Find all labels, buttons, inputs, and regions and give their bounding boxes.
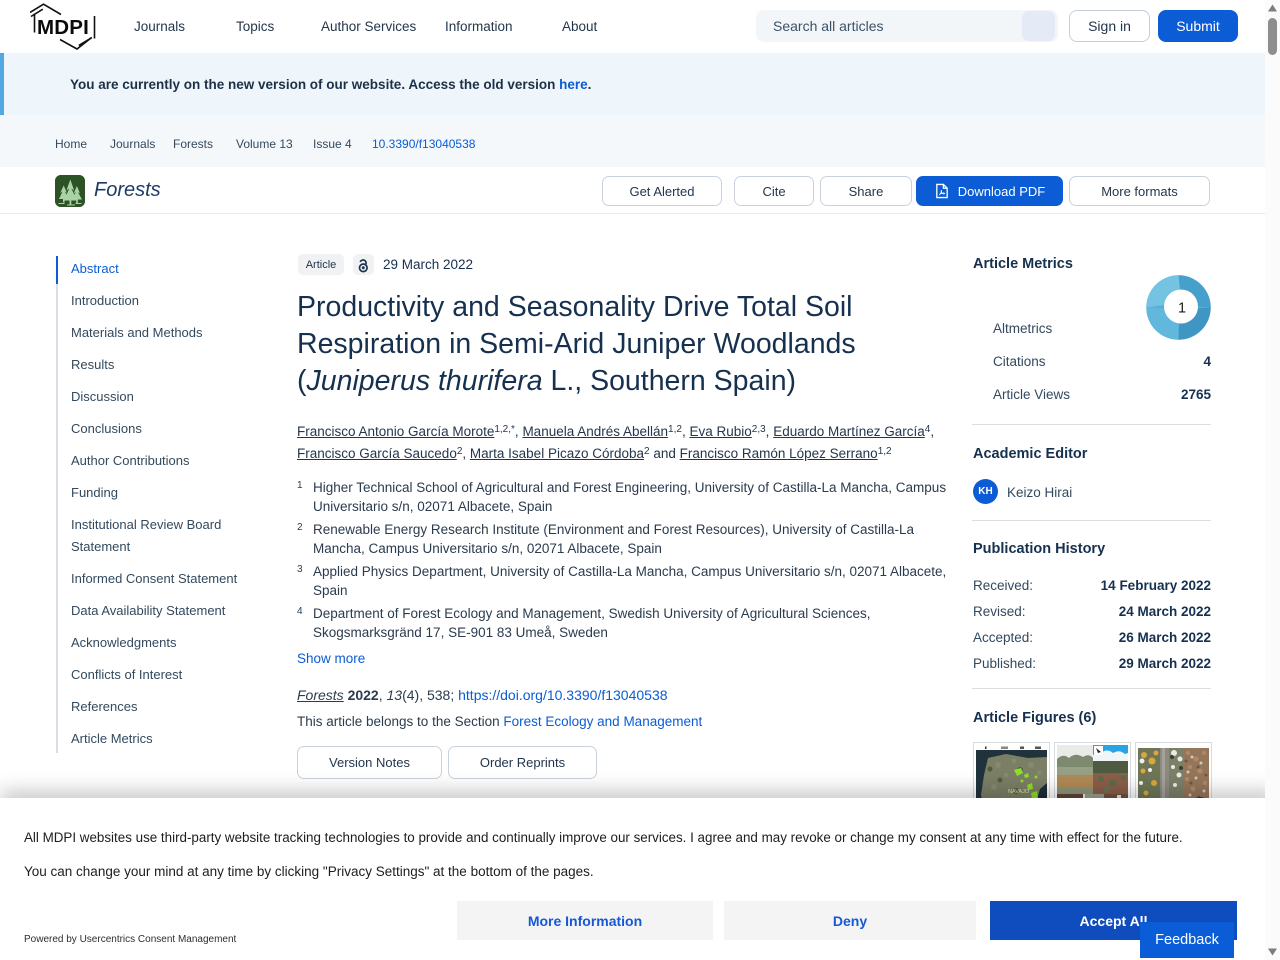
svg-text:1: 1	[1178, 301, 1186, 317]
svg-text:NAVAJO: NAVAJO	[1008, 789, 1030, 795]
svg-text:MDPI: MDPI	[37, 16, 89, 39]
